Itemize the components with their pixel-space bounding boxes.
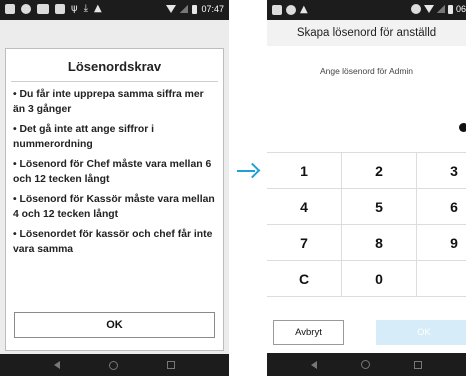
requirements-list: • Du får inte upprepa samma siffra mer ä… [13, 87, 217, 262]
password-dot [459, 123, 466, 132]
image-icon [55, 4, 65, 14]
left-phone-screen: ψ ⤓ ▲ 07:47 Lösenordskrav • Du får inte … [0, 0, 229, 376]
key-8[interactable]: 8 [342, 225, 417, 260]
ok-button[interactable]: OK [376, 320, 466, 345]
title-bar: Skapa lösenord för anställd [267, 20, 466, 46]
status-bar: ▲ 06 [267, 0, 466, 20]
cancel-button[interactable]: Avbryt [273, 320, 344, 345]
action-bar: Avbryt OK [267, 316, 466, 349]
alert-icon: ▲ [300, 4, 308, 15]
wifi-icon [166, 5, 177, 13]
key-9[interactable]: 9 [417, 225, 466, 260]
key-clear[interactable]: C [267, 261, 342, 296]
numeric-keypad: 1 2 3 4 5 6 7 8 9 C 0 [267, 152, 466, 297]
home-nav-icon[interactable] [108, 360, 118, 370]
usb-icon: ψ [71, 3, 78, 14]
password-prompt: Ange lösenord för Admin [319, 66, 414, 76]
ok-button[interactable]: OK [14, 312, 215, 338]
battery-icon [192, 4, 198, 14]
keypad-row: 7 8 9 [267, 225, 466, 261]
info-icon [286, 5, 296, 15]
info-icon [21, 4, 31, 14]
key-5[interactable]: 5 [342, 189, 417, 224]
key-0[interactable]: 0 [342, 261, 417, 296]
alert-icon: ▲ [94, 3, 102, 14]
home-nav-icon[interactable] [361, 360, 370, 369]
signal-icon [180, 5, 189, 13]
divider [11, 81, 218, 82]
navigation-bar [0, 354, 229, 376]
keypad-row: C 0 [267, 261, 466, 297]
recents-nav-icon[interactable] [166, 361, 175, 369]
keypad-row: 1 2 3 [267, 153, 466, 189]
image-icon [272, 5, 282, 15]
dialog-title: Lösenordskrav [67, 59, 162, 74]
requirement-item: • Lösenord för Kassör måste vara mellan … [13, 194, 215, 220]
keypad-row: 4 5 6 [267, 189, 466, 225]
key-1[interactable]: 1 [267, 153, 342, 188]
status-time: 07:47 [201, 4, 224, 14]
minus-circle-icon [410, 4, 421, 14]
key-2[interactable]: 2 [342, 153, 417, 188]
battery-icon [447, 4, 453, 14]
requirement-item: • Det gå inte att ange siffror i nummero… [13, 124, 155, 150]
requirement-item: • Du får inte upprepa samma siffra mer ä… [13, 89, 204, 115]
recents-nav-icon[interactable] [414, 360, 422, 369]
password-requirements-dialog: Lösenordskrav • Du får inte upprepa samm… [5, 48, 224, 351]
app-icon [37, 4, 49, 14]
status-time: 06 [455, 4, 466, 14]
key-4[interactable]: 4 [267, 189, 342, 224]
signal-icon [436, 5, 445, 13]
right-phone-screen: ▲ 06 Skapa lösenord för anställd Ange lö… [267, 0, 466, 376]
requirement-item: • Lösenordet för kassör och chef får int… [13, 229, 213, 255]
status-bar: ψ ⤓ ▲ 07:47 [0, 0, 229, 20]
wifi-icon [423, 5, 434, 13]
arrow-right-icon [237, 162, 261, 179]
key-empty [417, 261, 466, 296]
download-icon: ⤓ [83, 3, 89, 14]
key-3[interactable]: 3 [417, 153, 466, 188]
key-7[interactable]: 7 [267, 225, 342, 260]
message-icon [5, 4, 15, 14]
page-title: Skapa lösenord för anställd [296, 27, 437, 39]
back-nav-icon[interactable] [54, 361, 61, 369]
key-6[interactable]: 6 [417, 189, 466, 224]
back-nav-icon[interactable] [311, 360, 317, 369]
navigation-bar [267, 353, 466, 376]
requirement-item: • Lösenord för Chef måste vara mellan 6 … [13, 159, 212, 185]
